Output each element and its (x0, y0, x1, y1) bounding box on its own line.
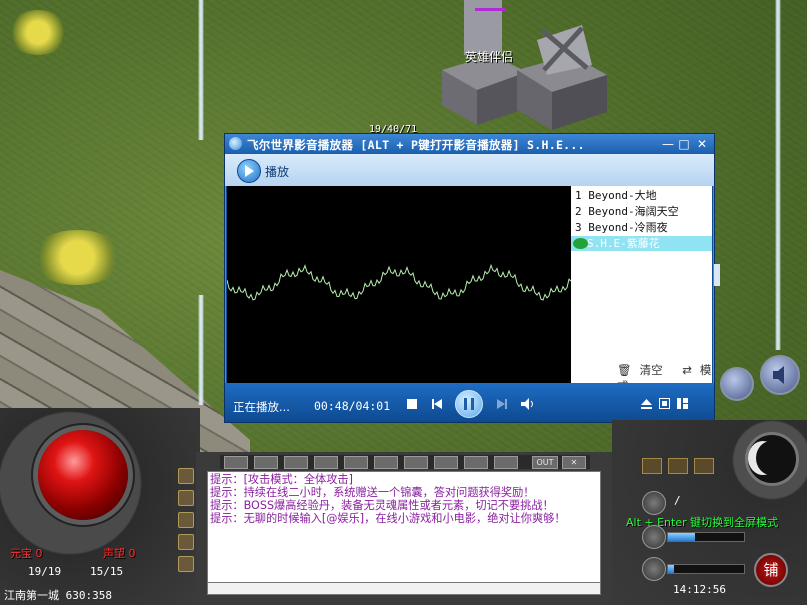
play-icon (245, 165, 254, 177)
speaker-icon (773, 366, 784, 384)
playlist-item-active[interactable]: S.H.E-紫藤花 (571, 236, 712, 251)
hp-value: 19/19 (28, 565, 62, 578)
ingot-label: 元宝 0 (10, 547, 43, 560)
chat-line: 提示：持续在线二小时，系统赠送一个锦囊，答对问题获得奖励！ (210, 486, 535, 499)
chat-out-button[interactable]: OUT (532, 456, 558, 469)
level-mark: / (674, 494, 681, 507)
map-location: 江南第一城 630:358 (4, 589, 112, 602)
channel-button[interactable] (464, 456, 488, 469)
skill-icon[interactable] (178, 512, 194, 528)
day-night-moon-icon (745, 432, 799, 486)
playlist-item[interactable]: 3 Beyond-冷雨夜 (571, 220, 712, 235)
exp-bar (667, 532, 745, 542)
side-icon-column (178, 468, 194, 578)
playlist-item[interactable]: 1 Beyond-大地 (571, 188, 712, 203)
shop-button[interactable]: 铺 (754, 553, 788, 587)
channel-button[interactable] (404, 456, 428, 469)
exp-bar-fill (668, 533, 695, 541)
hp-mp-orb (38, 430, 128, 520)
minimize-button[interactable]: — (661, 137, 675, 151)
chat-log[interactable]: 提示：[攻击模式：全体攻击] 提示：持续在线二小时，系统赠送一个锦囊，答对问题获… (207, 471, 601, 583)
channel-button[interactable] (314, 456, 338, 469)
chat-close-button[interactable]: ✕ (562, 456, 586, 469)
bag-icon[interactable] (178, 490, 194, 506)
player-titlebar[interactable]: 飞尔世界影音播放器 [ALT + P键打开影音播放器] S.H.E... — □… (225, 134, 714, 154)
chat-line: 提示：无聊的时候输入[@娱乐]，在线小游戏和小电影，绝对让你爽够！ (210, 512, 566, 525)
guild-icon[interactable] (178, 534, 194, 550)
pause-icon (464, 398, 474, 410)
setting-icon[interactable] (178, 556, 194, 572)
npc-hp-bar (475, 8, 505, 11)
play-label[interactable]: 播放 (265, 163, 289, 180)
playback-status: 正在播放... (233, 400, 290, 414)
close-button[interactable]: ✕ (695, 137, 709, 151)
light-pillar (775, 0, 781, 350)
team-icon[interactable] (668, 458, 688, 474)
flower-bush (30, 230, 125, 285)
stop-button[interactable] (407, 399, 417, 409)
exp-orb (642, 525, 666, 549)
playlist[interactable]: 1 Beyond-大地 2 Beyond-海阔天空 3 Beyond-冷雨夜 S… (571, 186, 712, 393)
light-pillar (198, 0, 204, 140)
channel-button[interactable] (494, 456, 518, 469)
clear-playlist-button[interactable]: 🗑 清空 (617, 363, 671, 377)
previous-button[interactable] (432, 399, 442, 409)
player-toolbar (225, 154, 714, 186)
eject-icon[interactable] (641, 399, 652, 409)
group-button[interactable] (720, 367, 754, 401)
now-playing-icon (573, 238, 588, 249)
volume-icon[interactable] (521, 398, 535, 410)
channel-button[interactable] (374, 456, 398, 469)
play-button[interactable] (237, 159, 261, 183)
player-logo-icon (229, 137, 242, 150)
prestige-label: 声望 0 (103, 547, 136, 560)
channel-button[interactable] (434, 456, 458, 469)
media-player-window[interactable]: 飞尔世界影音播放器 [ALT + P键打开影音播放器] S.H.E... — □… (224, 133, 720, 423)
channel-button[interactable] (344, 456, 368, 469)
waveform (226, 263, 572, 301)
friend-icon[interactable] (694, 458, 714, 474)
player-title: 飞尔世界影音播放器 [ALT + P键打开影音播放器] S.H.E... (247, 138, 585, 152)
npc-name-label[interactable]: 英雄伴侣 (465, 48, 513, 65)
channel-button[interactable] (284, 456, 308, 469)
statue-shrine[interactable] (432, 0, 612, 135)
weight-bar-fill (668, 565, 675, 573)
sound-toggle-button[interactable] (760, 355, 800, 395)
playlist-collapse-handle[interactable] (714, 264, 720, 286)
chat-line: 提示：[攻击模式：全体攻击] (210, 473, 353, 486)
pause-button[interactable] (455, 390, 483, 418)
channel-button[interactable] (254, 456, 278, 469)
playlist-item[interactable]: 2 Beyond-海阔天空 (571, 204, 712, 219)
character-icon[interactable] (178, 468, 194, 484)
level-orb (642, 491, 666, 515)
flower-bush (8, 10, 68, 55)
channel-button[interactable] (224, 456, 248, 469)
weight-orb (642, 557, 666, 581)
light-pillar (198, 295, 204, 405)
playback-time: 00:48/04:01 (314, 399, 391, 413)
fullscreen-icon[interactable] (659, 398, 670, 409)
chat-input[interactable] (207, 582, 601, 595)
restore-button[interactable]: □ (677, 137, 691, 151)
compact-mode-icon[interactable] (677, 398, 688, 409)
weight-bar (667, 564, 745, 574)
repeat-icon: ⇄ (682, 363, 692, 377)
chat-line: 提示：BOSS爆高经验丹，装备无灵魂属性或者元素，切记不要挑战！ (210, 499, 554, 512)
trash-icon: 🗑 (617, 363, 632, 377)
visualizer (226, 186, 572, 383)
next-button[interactable] (497, 399, 507, 409)
trade-icon[interactable] (642, 458, 662, 474)
mp-value: 15/15 (90, 565, 124, 578)
game-clock: 14:12:56 (673, 583, 726, 596)
chat-channel-bar: OUT ✕ (220, 455, 590, 469)
